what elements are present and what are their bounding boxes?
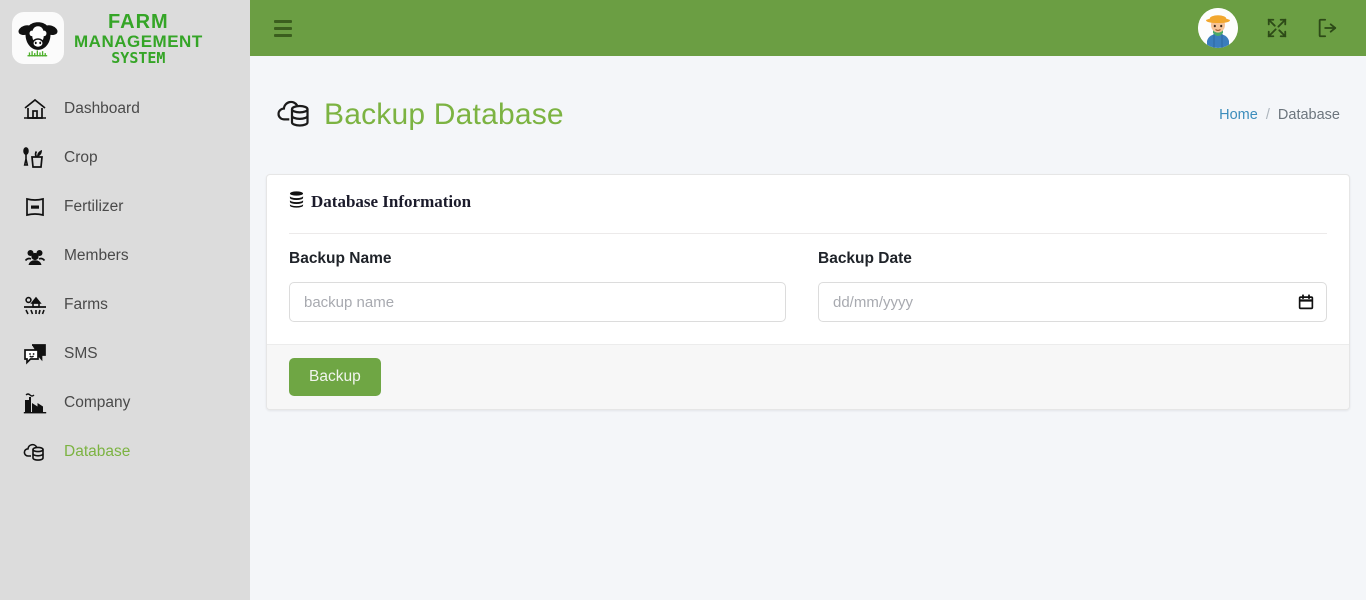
chat-bubble-icon [22,341,48,367]
database-information-card: Database Information Backup Name Backup … [266,174,1350,411]
card-header-title-wrap: Database Information [289,191,1327,213]
sidebar-item-label: Dashboard [64,99,140,117]
backup-date-field-group: Backup Date [808,250,1327,323]
sidebar-item-label: Database [64,442,131,460]
calendar-icon[interactable] [1297,293,1315,311]
page-title: Backup Database [324,98,564,132]
backup-name-input[interactable] [289,282,786,323]
avatar[interactable] [1198,8,1238,48]
fertilizer-bag-icon [22,194,48,220]
sidebar: FARM MANAGEMENT SYSTEM Dashboard Crop Fe… [0,0,250,600]
sidebar-item-members[interactable]: Members [0,231,250,280]
backup-date-input[interactable] [818,282,1327,323]
database-stack-icon [289,191,304,213]
hamburger-icon[interactable] [272,16,294,41]
app-root: FARM MANAGEMENT SYSTEM Dashboard Crop Fe… [0,0,1366,600]
sidebar-item-label: Crop [64,148,98,166]
breadcrumb: Home / Database [1219,107,1342,123]
people-icon [22,243,48,269]
backup-date-wrap [818,282,1327,323]
card-footer: Backup [267,344,1349,410]
brand-header[interactable]: FARM MANAGEMENT SYSTEM [0,0,250,76]
sidebar-item-farms[interactable]: Farms [0,280,250,329]
sidebar-item-label: Company [64,393,131,411]
shuffle-expand-icon[interactable] [1266,17,1288,39]
brand-line-1: FARM [108,11,169,33]
sidebar-item-fertilizer[interactable]: Fertilizer [0,182,250,231]
brand-line-2: MANAGEMENT [74,32,203,51]
cloud-database-icon [22,439,48,465]
sidebar-item-sms[interactable]: SMS [0,329,250,378]
topbar-actions [1198,8,1338,48]
page-title-wrap: Backup Database [276,78,564,152]
sidebar-item-label: Members [64,246,129,264]
page-header: Backup Database Home / Database [250,56,1366,158]
sidebar-item-dashboard[interactable]: Dashboard [0,84,250,133]
backup-name-label: Backup Name [289,250,392,268]
cloud-database-icon [276,94,314,137]
topbar [250,0,1366,56]
farm-field-icon [22,292,48,318]
breadcrumb-separator: / [1265,107,1270,124]
card-header: Database Information [267,175,1349,223]
plant-pot-icon [22,145,48,171]
backup-name-field-group: Backup Name [289,250,808,323]
breadcrumb-home[interactable]: Home [1219,107,1258,123]
sidebar-item-crop[interactable]: Crop [0,133,250,182]
home-icon [22,96,48,122]
logout-icon[interactable] [1316,17,1338,39]
brand-line-3: SYSTEM [111,49,166,67]
sidebar-item-database[interactable]: Database [0,427,250,476]
card-header-title: Database Information [311,192,472,212]
breadcrumb-current: Database [1277,107,1340,124]
sidebar-nav: Dashboard Crop Fertilizer Members Farms … [0,84,250,476]
factory-icon [22,390,48,416]
card-body: Backup Name Backup Date [267,234,1349,344]
main-area: Backup Database Home / Database Database… [250,0,1366,600]
sidebar-item-label: Fertilizer [64,197,124,215]
brand-wordmark: FARM MANAGEMENT SYSTEM [74,10,203,66]
sidebar-item-label: SMS [64,344,98,362]
cow-head-logo-icon [12,12,64,64]
sidebar-item-label: Farms [64,295,108,313]
backup-date-label: Backup Date [818,250,912,268]
backup-button[interactable]: Backup [289,358,381,397]
sidebar-item-company[interactable]: Company [0,378,250,427]
